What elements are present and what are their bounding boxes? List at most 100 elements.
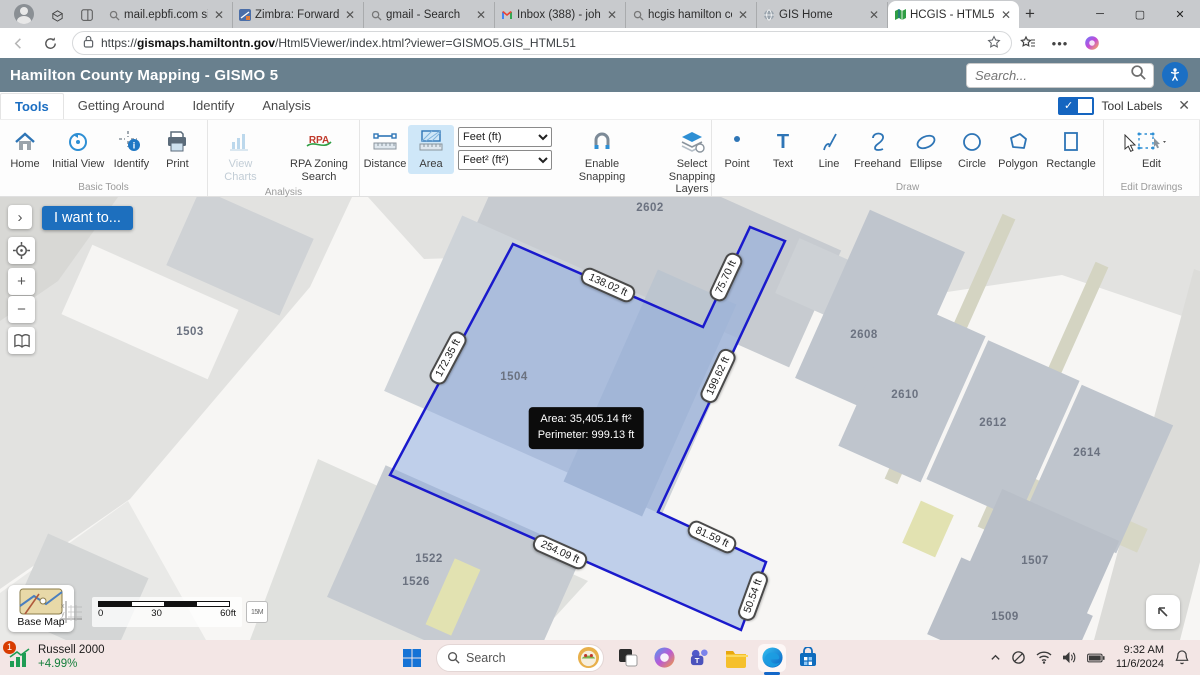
parcel-label: 1509 bbox=[991, 611, 1019, 623]
tab-identify[interactable]: Identify bbox=[178, 93, 248, 118]
toggle-check-icon: ✓ bbox=[1059, 98, 1078, 113]
tab-close-icon[interactable]: ✕ bbox=[342, 8, 358, 22]
workspaces-icon[interactable] bbox=[49, 7, 65, 23]
profile-avatar[interactable] bbox=[14, 4, 34, 24]
parcel-label: 2612 bbox=[979, 417, 1007, 429]
i-want-to-button[interactable]: I want to... bbox=[42, 206, 133, 230]
tool-labels-toggle[interactable]: ✓ bbox=[1057, 96, 1094, 115]
scale-ratio-widget[interactable]: 15M bbox=[246, 601, 268, 623]
tab-actions-icon[interactable] bbox=[79, 7, 95, 23]
favorite-star-icon[interactable] bbox=[987, 34, 1001, 52]
draw-polygon-button[interactable]: Polygon bbox=[995, 125, 1041, 174]
browser-tab-inbox[interactable]: Inbox (388) - johnoz ✕ bbox=[495, 2, 626, 28]
tab-tools[interactable]: Tools bbox=[0, 92, 64, 119]
task-view-button[interactable] bbox=[614, 644, 642, 672]
browser-urlbar: https://gismaps.hamiltontn.gov/Html5View… bbox=[0, 28, 1200, 58]
draw-circle-button[interactable]: Circle bbox=[949, 125, 995, 174]
teams-icon[interactable]: T bbox=[686, 644, 714, 672]
attribution-arrow-button[interactable] bbox=[1146, 595, 1180, 629]
draw-rectangle-button[interactable]: Rectangle bbox=[1041, 125, 1101, 174]
edit-icon bbox=[1135, 128, 1169, 156]
enable-snapping-button[interactable]: Enable Snapping bbox=[558, 125, 646, 186]
browser-tab-gmail-search[interactable]: gmail - Search ✕ bbox=[364, 2, 495, 28]
tab-close-icon[interactable]: ✕ bbox=[211, 8, 227, 22]
browser-tab-mail[interactable]: mail.epbfi.com sign ✕ bbox=[102, 2, 233, 28]
file-explorer-icon[interactable] bbox=[722, 644, 750, 672]
length-unit-select[interactable]: Feet (ft) bbox=[458, 127, 552, 147]
microsoft-store-icon[interactable] bbox=[794, 644, 822, 672]
start-button[interactable] bbox=[398, 644, 426, 672]
distance-button[interactable]: Distance bbox=[362, 125, 408, 174]
identify-button[interactable]: i Identify bbox=[108, 125, 154, 174]
parcel-label: 1504 bbox=[500, 371, 528, 383]
browser-tab-hcgis-search[interactable]: hcgis hamilton coun ✕ bbox=[626, 2, 757, 28]
close-window-button[interactable]: ✕ bbox=[1160, 0, 1200, 28]
group-edit-drawings: Edit Edit Drawings bbox=[1104, 120, 1200, 196]
draw-line-button[interactable]: Line bbox=[806, 125, 852, 174]
distance-icon bbox=[371, 128, 399, 156]
zoom-out-button[interactable]: − bbox=[8, 296, 35, 323]
back-icon[interactable] bbox=[10, 35, 26, 51]
search-input[interactable] bbox=[973, 66, 1130, 84]
taskbar-clock[interactable]: 9:32 AM 11/6/2024 bbox=[1116, 644, 1164, 672]
browser-tab-zimbra[interactable]: Zimbra: Forward ✕ bbox=[233, 2, 364, 28]
maximize-button[interactable]: ▢ bbox=[1120, 0, 1160, 28]
browser-tab-hcgis-viewer-active[interactable]: HCGIS - HTML5 Vie ✕ bbox=[888, 1, 1019, 28]
url-scheme: https:// bbox=[101, 36, 138, 50]
tab-close-icon[interactable]: ✕ bbox=[735, 8, 751, 22]
text-icon: T bbox=[771, 128, 795, 156]
search-icon bbox=[447, 651, 460, 664]
copilot-icon[interactable] bbox=[1084, 35, 1100, 51]
battery-icon[interactable] bbox=[1086, 653, 1105, 663]
home-button[interactable]: Home bbox=[2, 125, 48, 174]
ribbon-close-icon[interactable]: ✕ bbox=[1178, 97, 1190, 114]
new-tab-button[interactable]: + bbox=[1025, 4, 1035, 24]
notification-bell-icon[interactable] bbox=[1175, 650, 1189, 665]
area-unit-select[interactable]: Feet² (ft²) bbox=[458, 150, 552, 170]
coordinate-grid-icon[interactable]: xy bbox=[58, 599, 84, 630]
panel-expand-button[interactable]: › bbox=[8, 205, 32, 229]
tab-close-icon[interactable]: ✕ bbox=[998, 8, 1014, 22]
tab-close-icon[interactable]: ✕ bbox=[604, 8, 620, 22]
widgets-stock-button[interactable]: 1 Russell 2000 +4.99% bbox=[3, 640, 105, 670]
refresh-icon[interactable] bbox=[42, 35, 58, 51]
global-search-box[interactable] bbox=[966, 62, 1154, 88]
notification-badge: 1 bbox=[3, 640, 16, 654]
draw-point-button[interactable]: Point bbox=[714, 125, 760, 174]
map-viewport[interactable]: 2602 1503 1504 2608 2610 2612 2614 1507 … bbox=[0, 197, 1200, 640]
draw-ellipse-button[interactable]: Ellipse bbox=[903, 125, 949, 174]
tab-close-icon[interactable]: ✕ bbox=[473, 8, 489, 22]
tab-getting-around[interactable]: Getting Around bbox=[64, 93, 179, 118]
url-field[interactable]: https://gismaps.hamiltontn.gov/Html5View… bbox=[72, 31, 1012, 55]
tab-close-icon[interactable]: ✕ bbox=[866, 8, 882, 22]
measurement-tooltip: Area: 35,405.14 ft² Perimeter: 999.13 ft bbox=[528, 407, 644, 449]
wifi-icon[interactable] bbox=[1036, 651, 1052, 664]
do-not-disturb-icon[interactable] bbox=[1011, 650, 1026, 665]
favorites-list-icon[interactable] bbox=[1020, 35, 1036, 51]
draw-text-button[interactable]: T Text bbox=[760, 125, 806, 174]
volume-icon[interactable] bbox=[1062, 651, 1077, 664]
area-icon bbox=[417, 128, 445, 156]
accessibility-button[interactable] bbox=[1162, 62, 1188, 88]
browser-tab-gis-home[interactable]: GIS Home ✕ bbox=[757, 2, 888, 28]
rpa-zoning-search-button[interactable]: RPA RPA Zoning Search bbox=[281, 125, 357, 186]
lock-icon[interactable] bbox=[83, 35, 94, 51]
tray-chevron-icon[interactable] bbox=[990, 652, 1001, 663]
screen: mail.epbfi.com sign ✕ Zimbra: Forward ✕ … bbox=[0, 0, 1200, 675]
stock-name: Russell 2000 bbox=[38, 644, 105, 657]
minimize-button[interactable]: ─ bbox=[1080, 0, 1120, 28]
search-icon[interactable] bbox=[1130, 64, 1147, 86]
copilot-taskbar-icon[interactable] bbox=[650, 644, 678, 672]
tab-analysis[interactable]: Analysis bbox=[248, 93, 324, 118]
bookmarks-button[interactable] bbox=[8, 327, 35, 354]
area-button[interactable]: Area bbox=[408, 125, 454, 174]
browser-menu-icon[interactable]: ••• bbox=[1052, 35, 1068, 51]
zoom-in-button[interactable]: + bbox=[8, 268, 35, 295]
edge-browser-icon[interactable] bbox=[758, 643, 786, 675]
rectangle-icon bbox=[1058, 128, 1084, 156]
draw-freehand-button[interactable]: Freehand bbox=[852, 125, 903, 174]
taskbar-search-box[interactable]: Search bbox=[436, 643, 604, 672]
print-button[interactable]: Print bbox=[154, 125, 200, 174]
initial-view-button[interactable]: Initial View bbox=[48, 125, 108, 174]
locate-button[interactable] bbox=[8, 237, 35, 264]
